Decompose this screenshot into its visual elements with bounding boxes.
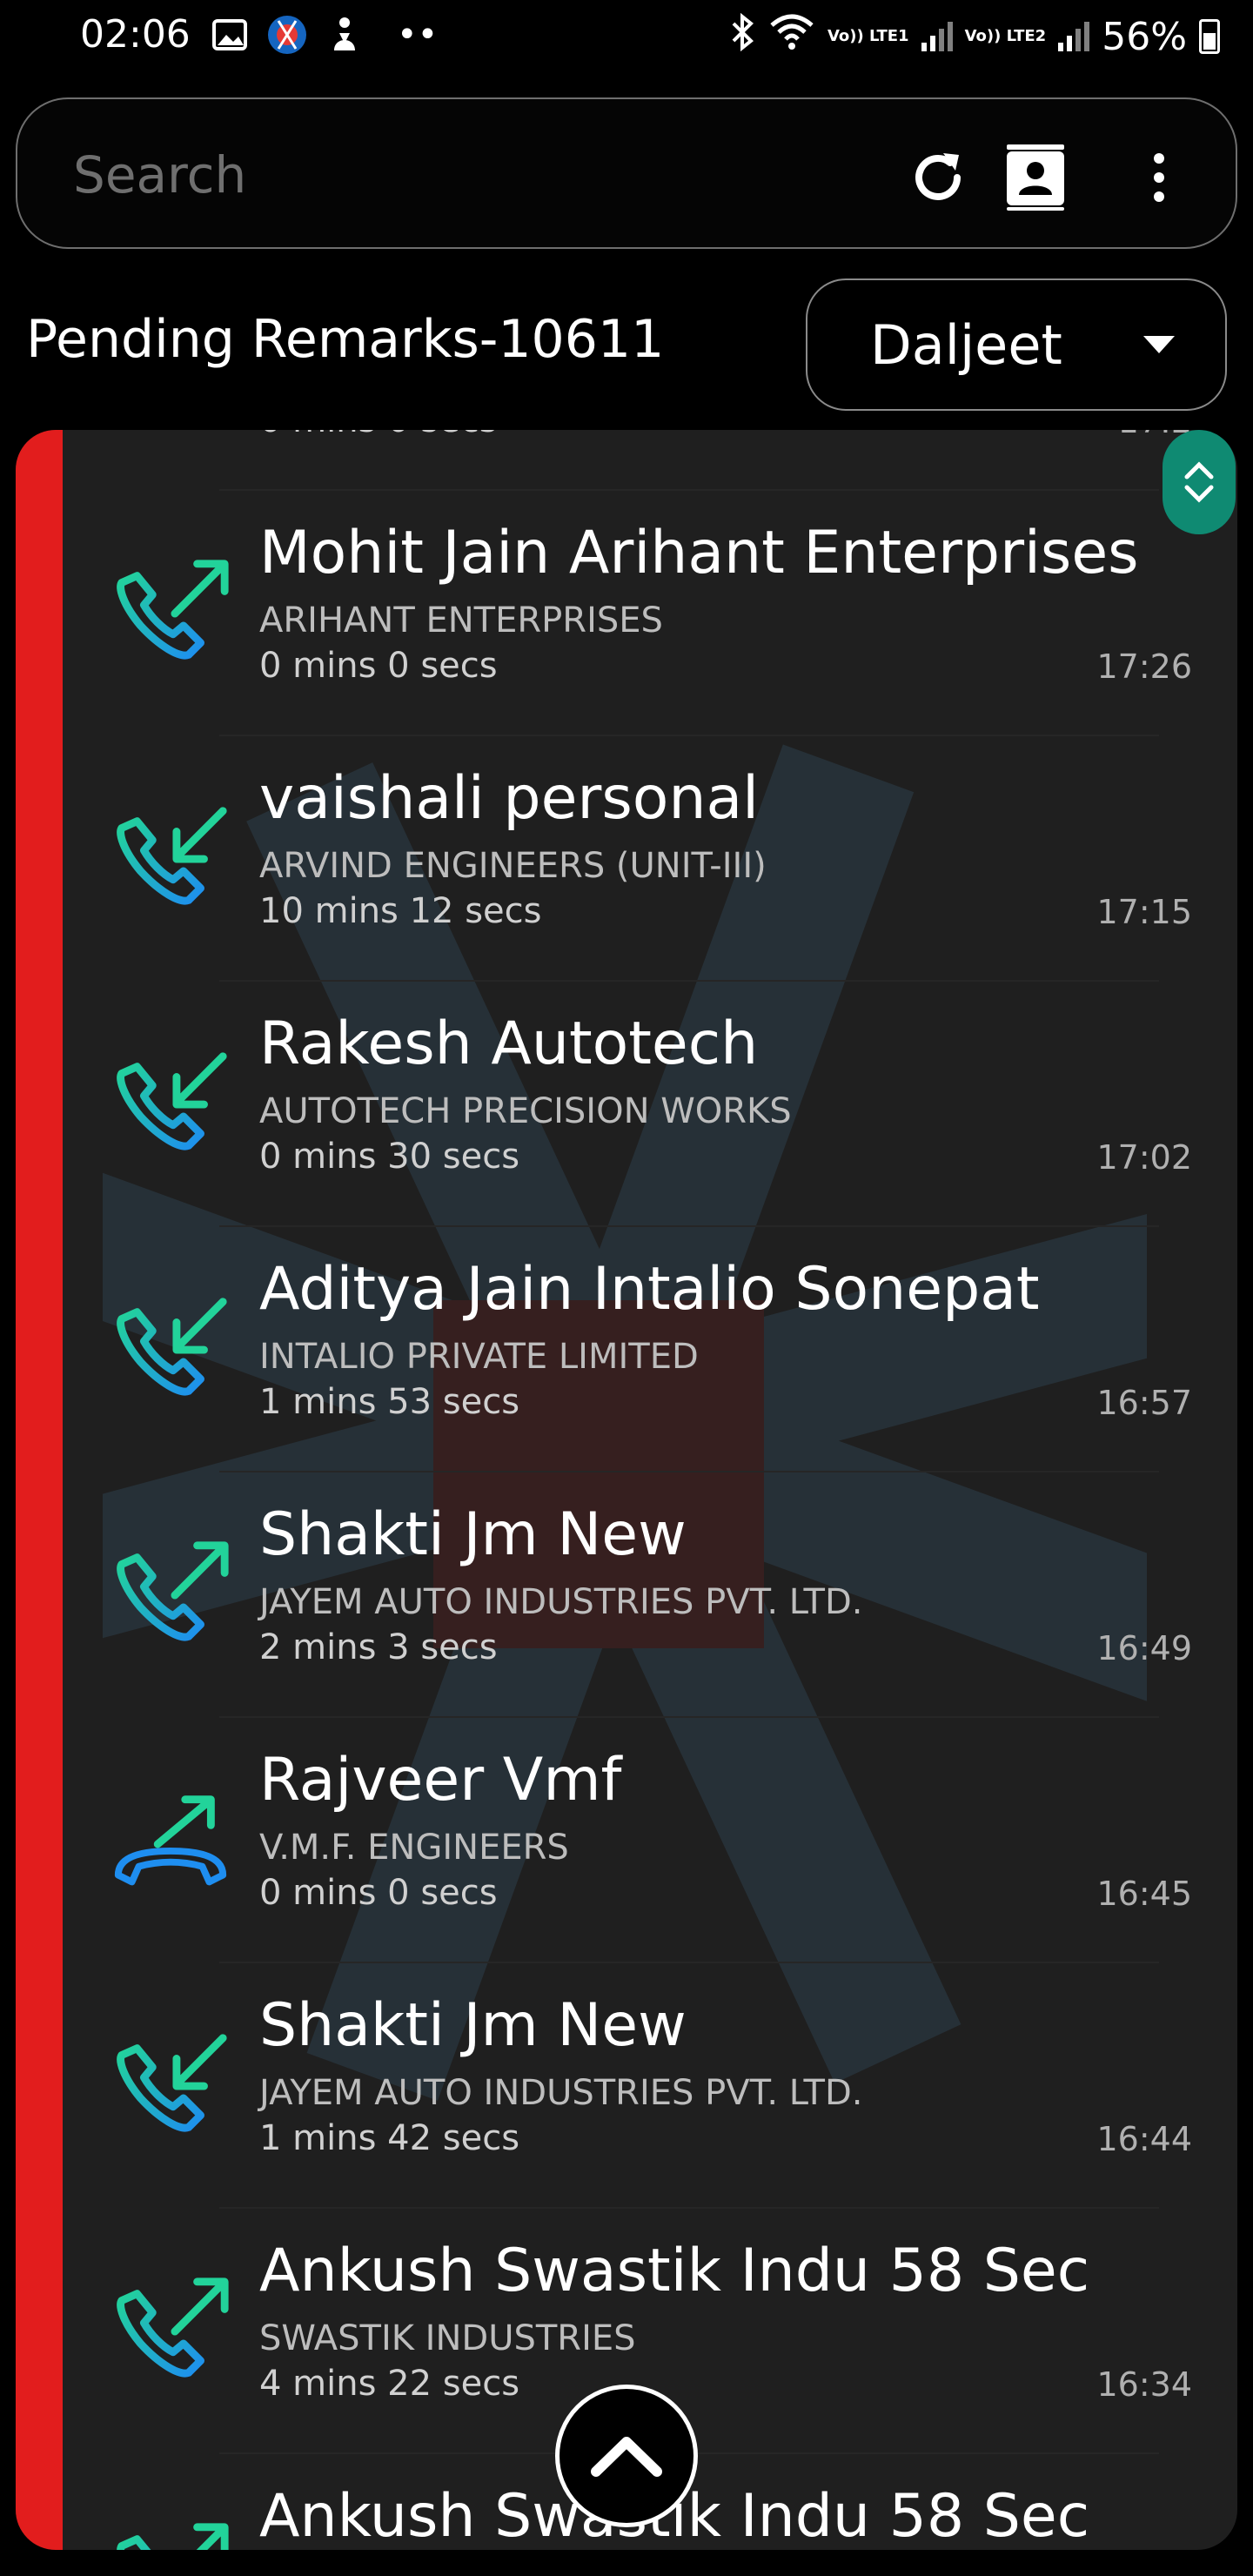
- search-bar: [16, 97, 1237, 249]
- call-duration: 0 mins 0 secs: [259, 646, 498, 686]
- refresh-icon: [915, 153, 961, 200]
- call-list-item[interactable]: Rakesh Autotech AUTOTECH PRECISION WORKS…: [63, 982, 1237, 1227]
- call-time: 17:15: [1096, 893, 1192, 931]
- contact-name: vaishali personal: [259, 764, 760, 833]
- call-list-item[interactable]: 0 mins 0 secs17:2: [63, 430, 1237, 491]
- volte-lte2-icon: Vo)) LTE2: [964, 27, 1047, 45]
- company-name: SWASTIK INDUSTRIES: [259, 2318, 636, 2358]
- call-duration: 0 mins 0 secs: [259, 430, 498, 440]
- battery-icon: [1199, 19, 1220, 54]
- search-input[interactable]: [71, 139, 858, 211]
- contact-name: Shakti Jm New: [259, 1991, 687, 2060]
- contact-name: Ankush Swastik Indu 58 Sec: [259, 2237, 1090, 2305]
- contact-name: Rajveer Vmf: [259, 1746, 622, 1815]
- call-list-item[interactable]: Rajveer Vmf V.M.F. ENGINEERS 0 mins 0 sec…: [63, 1718, 1237, 1963]
- company-name: ARVIND ENGINEERS (UNIT-III): [259, 846, 767, 886]
- contact-name: Shakti Jm New: [259, 1500, 687, 1569]
- call-duration: 1 mins 53 secs: [259, 1382, 520, 1422]
- figure-icon: [327, 16, 362, 54]
- outgoing-call-icon: [106, 2271, 235, 2400]
- call-duration: 0 mins 30 secs: [259, 1137, 520, 1177]
- call-list-item[interactable]: Aditya Jain Intalio Sonepat INTALIO PRIVA…: [63, 1227, 1237, 1472]
- signal-1-icon: [921, 22, 953, 51]
- missed-outgoing-call-icon: [106, 1781, 235, 1909]
- contact-name: Rakesh Autotech: [259, 1010, 759, 1078]
- incoming-call-icon: [106, 430, 235, 437]
- page-title: Pending Remarks-10611: [26, 309, 665, 370]
- call-time: 16:57: [1096, 1384, 1192, 1422]
- call-list-panel[interactable]: 0 mins 0 secs17:2Mohit Jain Arihant Ente…: [16, 430, 1237, 2550]
- status-indicator-bar: [16, 430, 63, 2550]
- contact-name: Mohit Jain Arihant Enterprises: [259, 519, 1139, 587]
- image-icon: [212, 16, 247, 54]
- call-duration: 0 mins 0 secs: [259, 1873, 498, 1913]
- more-dots-icon: ••: [397, 15, 439, 55]
- status-time: 02:06: [80, 12, 191, 57]
- status-right-group: Vo)) LTE1 Vo)) LTE2 56%: [730, 9, 1220, 64]
- contact-card-icon: [1007, 144, 1064, 211]
- incoming-call-icon: [106, 2026, 235, 2155]
- wifi-icon: [768, 13, 815, 61]
- overflow-menu-button[interactable]: [1142, 143, 1176, 212]
- call-time: 16:49: [1096, 1629, 1192, 1667]
- user-filter-value: Daljeet: [870, 313, 1062, 377]
- incoming-call-icon: [106, 1290, 235, 1419]
- contact-name: Aditya Jain Intalio Sonepat: [259, 1255, 1040, 1324]
- company-name: AUTOTECH PRECISION WORKS: [259, 1091, 792, 1131]
- call-list: 0 mins 0 secs17:2Mohit Jain Arihant Ente…: [63, 430, 1237, 2550]
- status-bar: 02:06 •• Vo)) LTE1 Vo)) LTE2 56%: [0, 0, 1253, 75]
- contacts-button[interactable]: [1001, 143, 1070, 212]
- overflow-menu-icon: [1154, 153, 1164, 202]
- scroll-indicator[interactable]: [1163, 430, 1236, 534]
- company-name: JAYEM AUTO INDUSTRIES PVT. LTD.: [259, 1582, 863, 1622]
- call-list-item[interactable]: vaishali personal ARVIND ENGINEERS (UNIT…: [63, 736, 1237, 982]
- chevron-down-icon: [1184, 485, 1214, 503]
- call-time: 16:34: [1096, 2365, 1192, 2404]
- call-list-item[interactable]: Shakti Jm New JAYEM AUTO INDUSTRIES PVT. …: [63, 1472, 1237, 1718]
- user-filter-dropdown[interactable]: Daljeet: [806, 278, 1227, 411]
- chevron-down-icon: [1143, 336, 1175, 353]
- company-name: V.M.F. ENGINEERS: [259, 1828, 569, 1868]
- call-duration: 4 mins 22 secs: [259, 2364, 520, 2404]
- call-time: 17:02: [1096, 1138, 1192, 1177]
- outgoing-call-icon: [106, 553, 235, 682]
- company-name: JAYEM AUTO INDUSTRIES PVT. LTD.: [259, 2073, 863, 2113]
- incoming-call-icon: [106, 1044, 235, 1173]
- scroll-to-top-button[interactable]: [555, 2385, 698, 2527]
- chevron-up-icon: [591, 2437, 662, 2477]
- call-list-item[interactable]: Shakti Jm New JAYEM AUTO INDUSTRIES PVT. …: [63, 1963, 1237, 2209]
- outgoing-call-icon: [106, 2517, 235, 2550]
- call-duration: 10 mins 12 secs: [259, 891, 542, 931]
- outgoing-call-icon: [106, 1535, 235, 1664]
- call-time: 16:45: [1096, 1875, 1192, 1913]
- chevron-up-icon: [1184, 461, 1214, 480]
- app-badge-icon: [265, 16, 310, 54]
- company-name: INTALIO PRIVATE LIMITED: [259, 1337, 699, 1377]
- incoming-call-icon: [106, 799, 235, 928]
- call-duration: 1 mins 42 secs: [259, 2118, 520, 2158]
- bluetooth-icon: [730, 12, 756, 61]
- call-list-item[interactable]: Mohit Jain Arihant Enterprises ARIHANT E…: [63, 491, 1237, 736]
- battery-percent: 56%: [1102, 14, 1187, 59]
- call-time: 17:26: [1096, 647, 1192, 686]
- company-name: ARIHANT ENTERPRISES: [259, 600, 663, 641]
- call-duration: 2 mins 3 secs: [259, 1627, 498, 1667]
- volte-lte1-icon: Vo)) LTE1: [827, 27, 909, 45]
- call-time: 16:44: [1096, 2120, 1192, 2158]
- refresh-button[interactable]: [903, 143, 973, 212]
- signal-2-icon: [1058, 22, 1090, 51]
